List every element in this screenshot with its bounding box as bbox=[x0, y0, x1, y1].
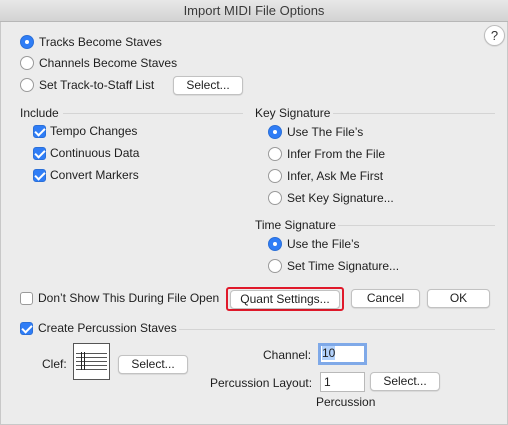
label-time-use-files: Use the File’s bbox=[287, 237, 360, 251]
window-title: Import MIDI File Options bbox=[0, 0, 508, 22]
channel-label: Channel: bbox=[263, 348, 312, 362]
checkbox-convert-markers[interactable] bbox=[33, 169, 46, 182]
clef-select-button[interactable]: Select... bbox=[118, 355, 188, 374]
time-signature-divider bbox=[338, 225, 495, 226]
label-channels-become-staves: Channels Become Staves bbox=[39, 56, 178, 70]
percussion-layout-label: Percussion Layout: bbox=[210, 376, 313, 390]
percussion-layout-name: Percussion bbox=[316, 395, 376, 409]
percussion-divider bbox=[179, 329, 495, 330]
radio-channels-become-staves[interactable] bbox=[20, 56, 34, 70]
include-heading: Include bbox=[20, 106, 59, 120]
label-key-use-files: Use The File’s bbox=[287, 125, 364, 139]
radio-time-use-files[interactable] bbox=[268, 237, 282, 251]
key-signature-divider bbox=[333, 113, 495, 114]
time-signature-heading: Time Signature bbox=[255, 218, 336, 232]
radio-tracks-become-staves[interactable] bbox=[20, 35, 34, 49]
label-tempo-changes: Tempo Changes bbox=[50, 124, 138, 138]
help-button[interactable]: ? bbox=[484, 25, 505, 46]
track-list-select-button[interactable]: Select... bbox=[173, 76, 243, 95]
label-key-infer-ask-first: Infer, Ask Me First bbox=[287, 169, 384, 183]
label-tracks-become-staves: Tracks Become Staves bbox=[39, 35, 162, 49]
radio-key-infer-from-file[interactable] bbox=[268, 147, 282, 161]
key-signature-heading: Key Signature bbox=[255, 106, 331, 120]
radio-key-infer-ask-first[interactable] bbox=[268, 169, 282, 183]
checkbox-create-percussion-staves[interactable] bbox=[20, 322, 33, 335]
channel-value: 10 bbox=[322, 346, 336, 360]
quant-settings-button[interactable]: Quant Settings... bbox=[230, 290, 340, 309]
radio-set-time-signature[interactable] bbox=[268, 259, 282, 273]
label-set-key-signature: Set Key Signature... bbox=[287, 191, 394, 205]
include-divider bbox=[63, 113, 243, 114]
percussion-clef-icon bbox=[81, 352, 85, 370]
label-set-time-signature: Set Time Signature... bbox=[287, 259, 400, 273]
label-dont-show: Don’t Show This During File Open bbox=[38, 291, 220, 305]
label-set-track-to-staff-list: Set Track-to-Staff List bbox=[39, 78, 155, 92]
clef-label: Clef: bbox=[42, 357, 67, 371]
radio-set-key-signature[interactable] bbox=[268, 191, 282, 205]
percussion-clef-preview bbox=[73, 343, 110, 380]
cancel-button[interactable]: Cancel bbox=[351, 289, 420, 308]
checkbox-tempo-changes[interactable] bbox=[33, 125, 46, 138]
radio-key-use-files[interactable] bbox=[268, 125, 282, 139]
dialog-body: ? Tracks Become Staves Channels Become S… bbox=[0, 22, 508, 425]
checkbox-continuous-data[interactable] bbox=[33, 147, 46, 160]
percussion-layout-input[interactable]: 1 bbox=[320, 372, 365, 392]
checkbox-dont-show[interactable] bbox=[20, 292, 33, 305]
ok-button[interactable]: OK bbox=[427, 289, 490, 308]
channel-input[interactable]: 10 bbox=[318, 343, 367, 365]
radio-set-track-to-staff-list[interactable] bbox=[20, 78, 34, 92]
percussion-layout-select-button[interactable]: Select... bbox=[370, 372, 440, 391]
label-convert-markers: Convert Markers bbox=[50, 168, 139, 182]
label-continuous-data: Continuous Data bbox=[50, 146, 140, 160]
label-create-percussion-staves: Create Percussion Staves bbox=[38, 321, 177, 335]
label-key-infer-from-file: Infer From the File bbox=[287, 147, 386, 161]
